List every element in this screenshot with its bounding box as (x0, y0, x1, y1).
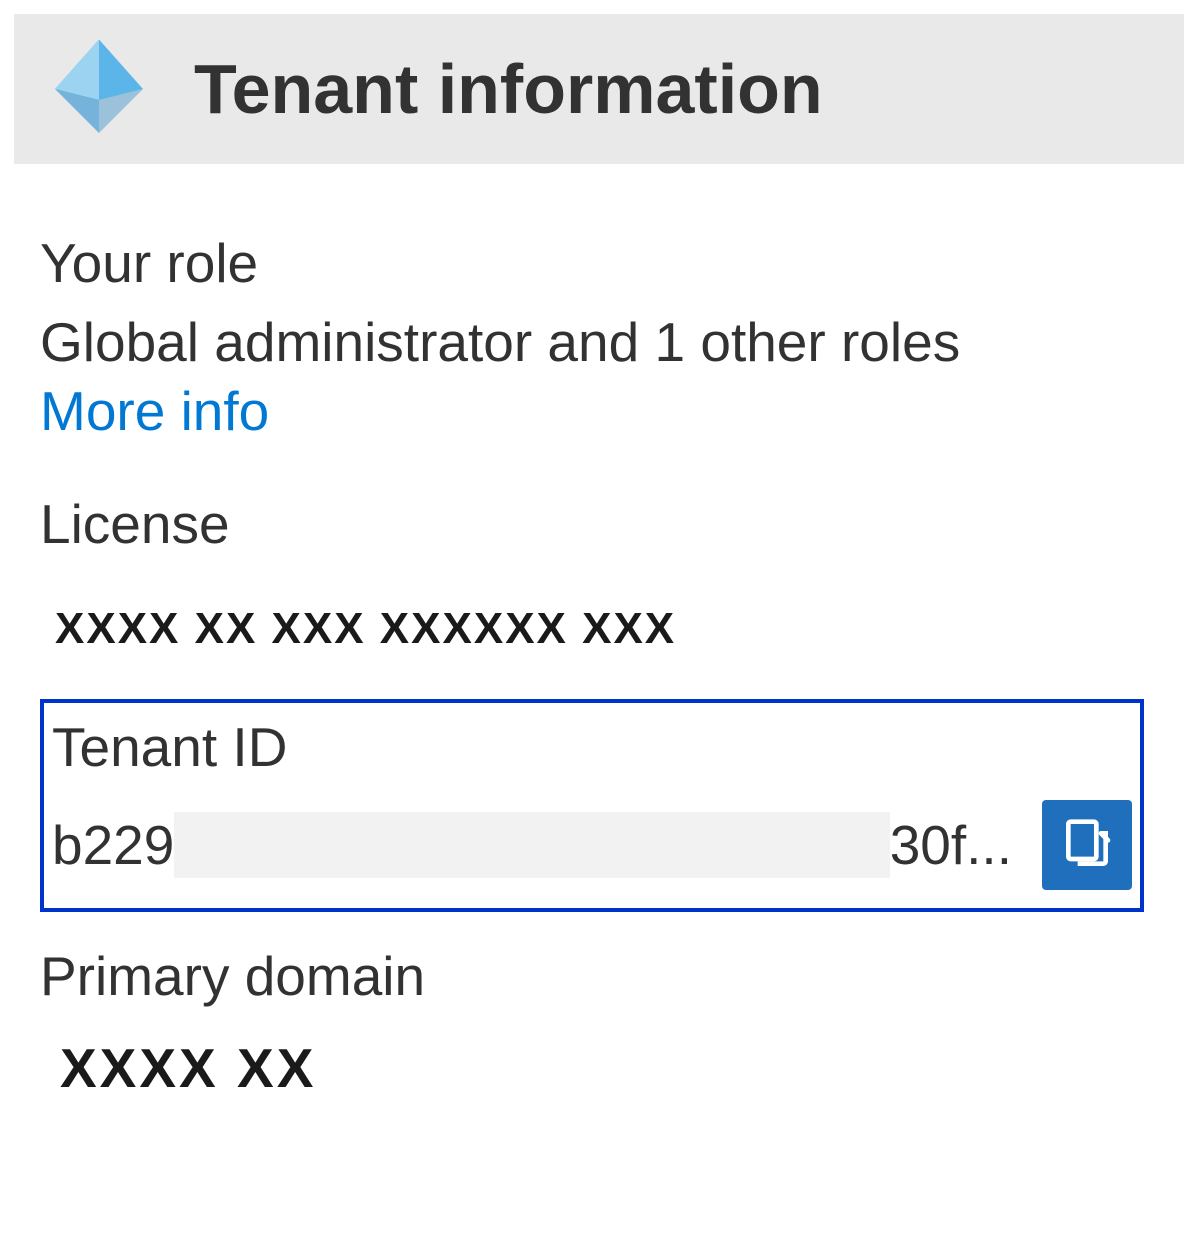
azure-diamond-icon (44, 34, 154, 144)
tenant-id-highlight: Tenant ID b229 30f... (40, 699, 1144, 912)
primary-domain-value: XXXX XX (60, 1036, 1144, 1100)
tenant-id-redacted (174, 812, 889, 878)
role-group: Your role Global administrator and 1 oth… (40, 229, 1144, 445)
tenant-id-label: Tenant ID (52, 713, 1132, 782)
card-title: Tenant information (194, 49, 823, 129)
license-label: License (40, 490, 1144, 559)
more-info-link[interactable]: More info (40, 380, 269, 442)
copy-tenant-id-button[interactable] (1042, 800, 1132, 890)
tenant-id-row: b229 30f... (52, 800, 1132, 890)
tenant-id-prefix: b229 (52, 813, 174, 877)
card-content: Your role Global administrator and 1 oth… (0, 164, 1184, 1100)
primary-domain-label: Primary domain (40, 942, 1144, 1011)
license-group: License XXXX XX XXX XXXXXX XXX (40, 490, 1144, 654)
tenant-id-suffix: 30f... (890, 813, 1042, 877)
card-header: Tenant information (14, 14, 1184, 164)
copy-icon (1059, 817, 1115, 873)
role-value: Global administrator and 1 other roles (40, 308, 1144, 377)
primary-domain-group: Primary domain XXXX XX (40, 942, 1144, 1100)
license-value: XXXX XX XXX XXXXXX XXX (55, 604, 1144, 654)
role-label: Your role (40, 229, 1144, 298)
